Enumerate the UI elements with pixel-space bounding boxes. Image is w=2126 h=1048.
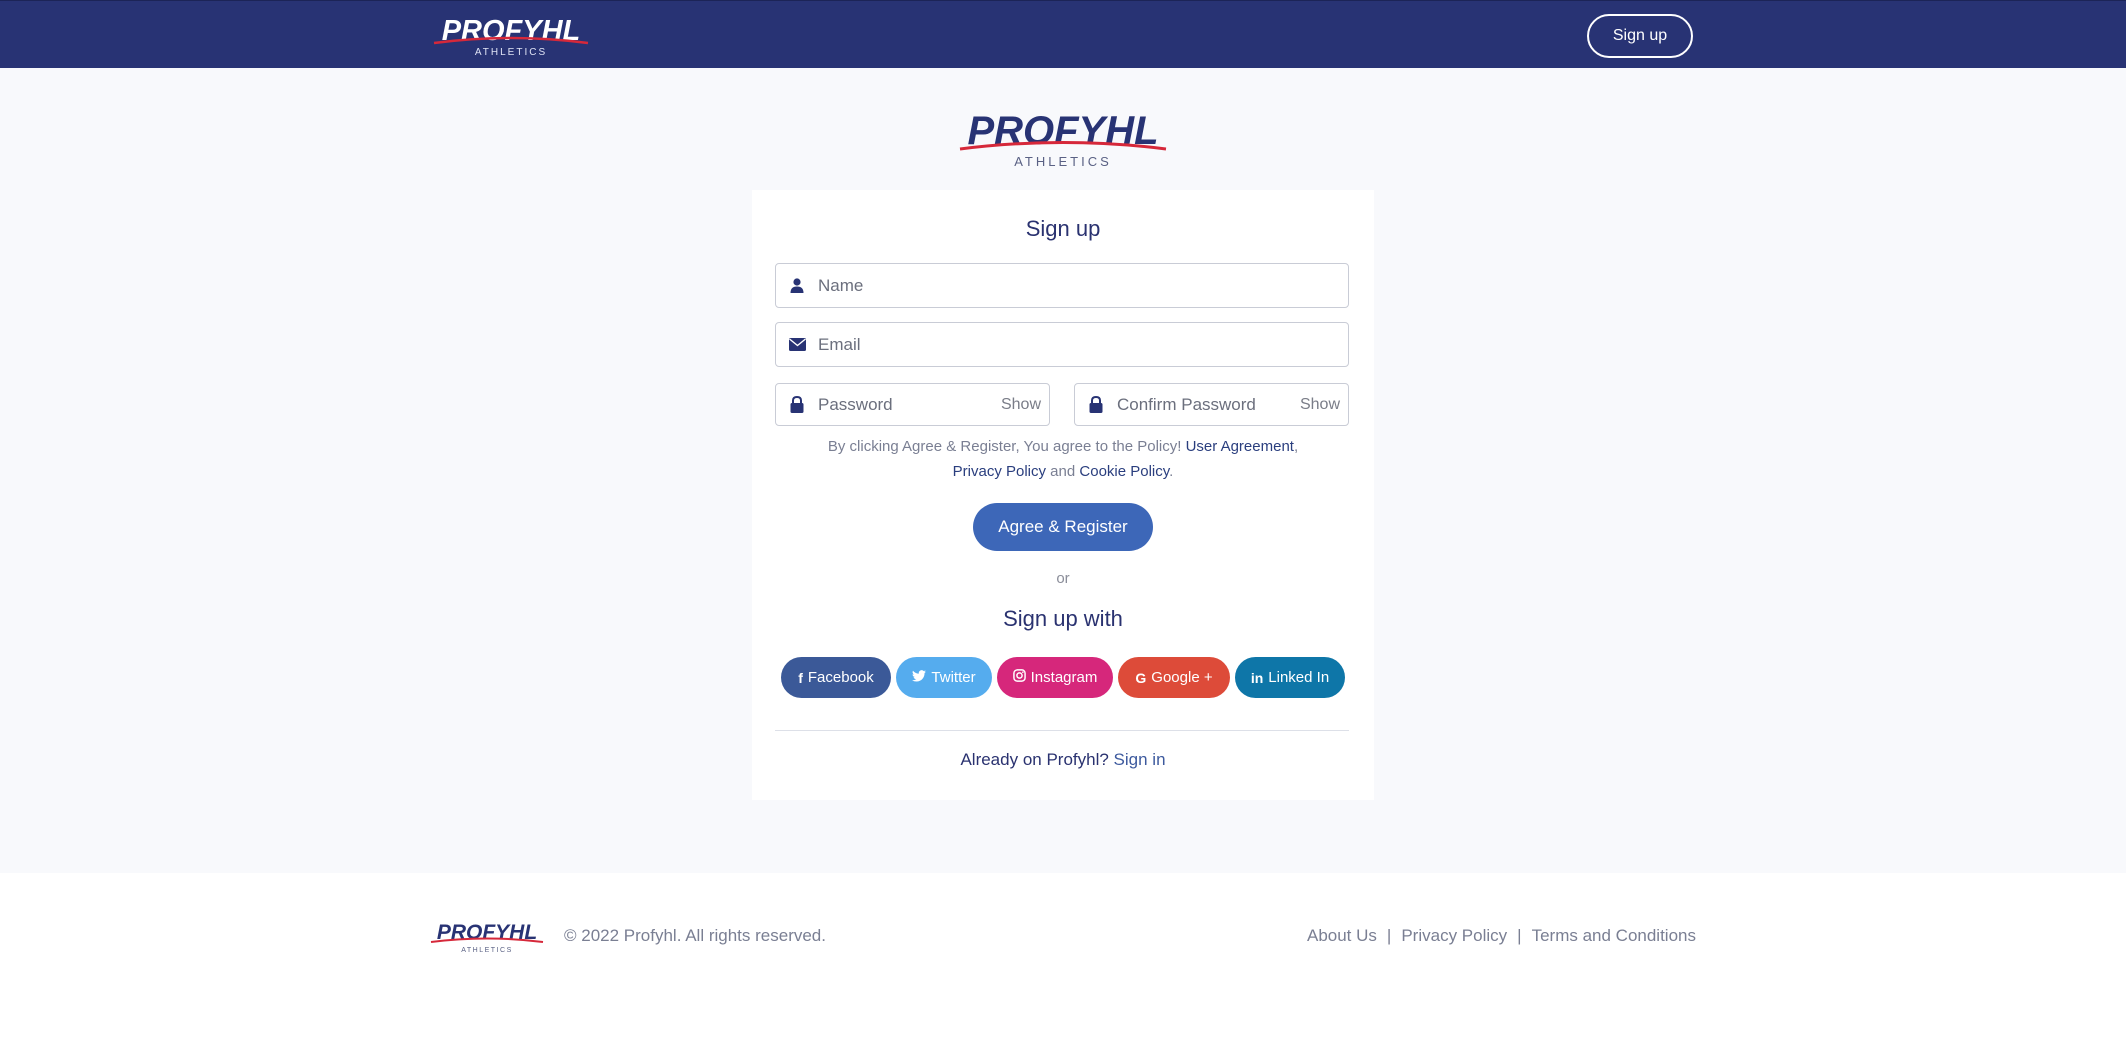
linkedin-label: Linked In	[1268, 669, 1330, 686]
instagram-button[interactable]: Instagram	[997, 657, 1113, 698]
facebook-button[interactable]: f Facebook	[781, 657, 891, 698]
svg-text:ATHLETICS: ATHLETICS	[1014, 154, 1112, 169]
already-member-text: Already on Profyhl? Sign in	[752, 750, 1374, 770]
confirm-password-field[interactable]: Show	[1074, 383, 1349, 426]
or-separator: or	[1056, 570, 1070, 587]
lock-icon	[1075, 396, 1117, 413]
name-input[interactable]	[818, 264, 1348, 307]
card-divider	[775, 730, 1349, 731]
copyright-text: © 2022 Profyhl. All rights reserved.	[564, 926, 826, 945]
terms-prefix: By clicking Agree & Register, You agree …	[827, 438, 1186, 455]
google-icon: G	[1135, 669, 1147, 686]
signup-title: Sign up	[1025, 216, 1101, 241]
terms-conditions-link[interactable]: Terms and Conditions	[1532, 926, 1696, 946]
show-confirm-password-toggle[interactable]: Show	[1292, 396, 1348, 414]
footer-logo[interactable]: PROFYHL ATHLETICS	[426, 919, 548, 955]
svg-text:ATHLETICS: ATHLETICS	[475, 47, 547, 58]
twitter-icon	[912, 669, 927, 686]
google-plus-label: Google +	[1151, 669, 1213, 686]
name-field[interactable]	[775, 263, 1349, 308]
footer-privacy-link[interactable]: Privacy Policy	[1401, 926, 1507, 946]
privacy-policy-link[interactable]: Privacy Policy	[953, 463, 1046, 480]
twitter-label: Twitter	[931, 669, 976, 686]
profyhl-athletics-logo: PROFYHL ATHLETICS	[959, 109, 1167, 169]
footer: PROFYHL ATHLETICS © 2022 Profyhl. All ri…	[0, 873, 2126, 1048]
already-label: Already on Profyhl?	[960, 750, 1114, 769]
svg-text:PROFYHL: PROFYHL	[442, 15, 581, 47]
terms-text: By clicking Agree & Register, You agree …	[792, 434, 1334, 484]
terms-comma: ,	[1293, 438, 1299, 455]
linkedin-button[interactable]: in Linked In	[1235, 657, 1345, 698]
facebook-icon: f	[798, 669, 803, 686]
linkedin-icon: in	[1250, 669, 1264, 686]
signup-with-title: Sign up with	[1003, 606, 1123, 631]
email-field[interactable]	[775, 322, 1349, 367]
terms-period: .	[1169, 463, 1174, 480]
user-agreement-link[interactable]: User Agreement	[1186, 438, 1294, 455]
about-us-link[interactable]: About Us	[1307, 926, 1377, 946]
header-signup-button[interactable]: Sign up	[1587, 14, 1693, 58]
password-field[interactable]: Show	[775, 383, 1050, 426]
cookie-policy-link[interactable]: Cookie Policy	[1079, 463, 1169, 480]
password-input[interactable]	[818, 384, 993, 425]
confirm-password-input[interactable]	[1117, 384, 1292, 425]
footer-links: About Us | Privacy Policy | Terms and Co…	[1307, 926, 1696, 946]
sign-in-link[interactable]: Sign in	[1114, 750, 1166, 769]
twitter-button[interactable]: Twitter	[896, 657, 992, 698]
signup-card: Sign up Show	[752, 190, 1374, 800]
instagram-label: Instagram	[1030, 669, 1098, 686]
user-icon	[776, 278, 818, 293]
main-content: PROFYHL ATHLETICS Sign up Show	[0, 68, 2126, 873]
show-password-toggle[interactable]: Show	[993, 396, 1049, 414]
profyhl-logo[interactable]: PROFYHL ATHLETICS	[426, 13, 596, 59]
footer-separator: |	[1386, 926, 1392, 945]
agree-register-button[interactable]: Agree & Register	[973, 503, 1153, 551]
email-input[interactable]	[818, 323, 1348, 366]
envelope-icon	[776, 338, 818, 351]
footer-separator: |	[1517, 926, 1522, 945]
svg-text:ATHLETICS: ATHLETICS	[461, 947, 513, 954]
terms-and: and	[1046, 463, 1080, 480]
facebook-label: Facebook	[807, 669, 874, 686]
google-plus-button[interactable]: G Google +	[1118, 657, 1230, 698]
lock-icon	[776, 396, 818, 413]
instagram-icon	[1012, 669, 1026, 686]
top-navbar: PROFYHL ATHLETICS Sign up	[0, 0, 2126, 68]
social-buttons: f Facebook Twitter Instagram G Google +	[781, 657, 1345, 699]
